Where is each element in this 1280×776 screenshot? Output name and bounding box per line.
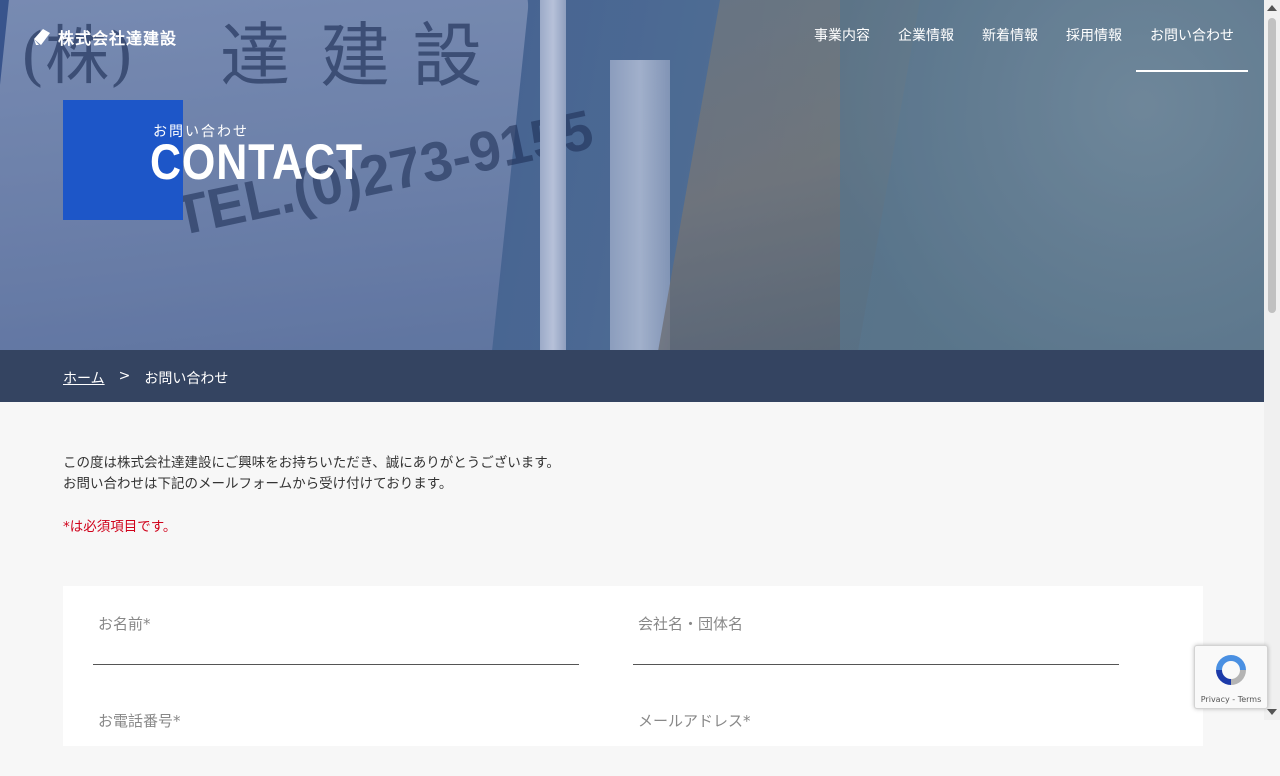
breadcrumb-bar: ホーム > お問い合わせ (0, 350, 1264, 402)
recaptcha-icon (1216, 655, 1246, 685)
logo-text: 株式会社達建設 (58, 29, 178, 48)
breadcrumb-home-link[interactable]: ホーム (63, 368, 105, 388)
page-title: CONTACT (150, 134, 364, 190)
logo-mark-icon (34, 29, 50, 45)
required-note: *は必須項目です。 (63, 519, 177, 535)
intro-text: この度は株式会社達建設にご興味をお持ちいただき、誠にありがとうございます。 お問… (63, 453, 560, 495)
main-nav: 事業内容 企業情報 新着情報 採用情報 お問い合わせ (800, 27, 1248, 72)
name-field[interactable]: お名前* (93, 586, 579, 665)
breadcrumb-separator: > (118, 368, 131, 384)
phone-field[interactable]: お電話番号* (93, 698, 579, 776)
contact-form: お名前* 会社名・団体名 お電話番号* メールアドレス* (63, 586, 1203, 746)
recaptcha-terms[interactable]: Privacy - Terms (1195, 695, 1267, 704)
nav-item-recruit[interactable]: 採用情報 (1052, 27, 1136, 70)
company-placeholder: 会社名・団体名 (638, 615, 744, 633)
scrollbar[interactable] (1264, 0, 1280, 720)
recaptcha-badge[interactable]: Privacy - Terms (1194, 645, 1268, 709)
nav-item-contact[interactable]: お問い合わせ (1136, 27, 1248, 72)
scroll-thumb[interactable] (1268, 18, 1276, 313)
breadcrumb-current: お問い合わせ (144, 371, 229, 387)
scroll-down-icon[interactable] (1267, 709, 1277, 715)
nav-item-company[interactable]: 企業情報 (884, 27, 968, 70)
intro-line: この度は株式会社達建設にご興味をお持ちいただき、誠にありがとうございます。 (63, 455, 560, 471)
intro-line: お問い合わせは下記のメールフォームから受け付けております。 (63, 476, 453, 492)
breadcrumb: ホーム > お問い合わせ (63, 368, 228, 388)
nav-item-business[interactable]: 事業内容 (800, 27, 884, 70)
company-field[interactable]: 会社名・団体名 (633, 586, 1119, 665)
phone-placeholder: お電話番号* (98, 712, 181, 730)
name-placeholder: お名前* (98, 615, 151, 633)
email-field[interactable]: メールアドレス* (633, 698, 1119, 776)
site-logo[interactable]: 株式会社達建設 (32, 25, 177, 49)
scroll-up-icon[interactable] (1267, 5, 1277, 11)
email-placeholder: メールアドレス* (638, 712, 751, 730)
nav-item-news[interactable]: 新着情報 (968, 27, 1052, 70)
